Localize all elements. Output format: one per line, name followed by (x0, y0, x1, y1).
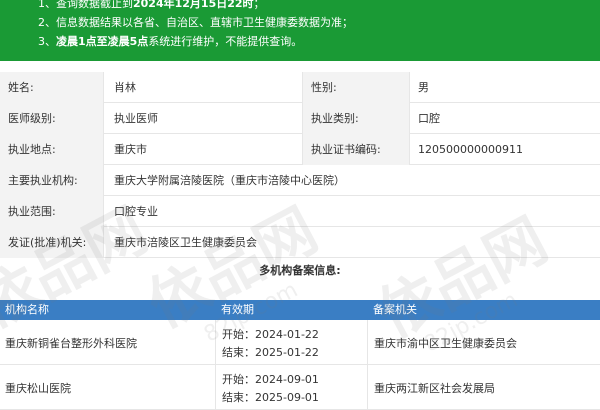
org-value: 重庆大学附属涪陵医院（重庆市涪陵中心医院） (114, 174, 345, 187)
level-label: 医师级别: (0, 103, 104, 134)
info-row-location: 执业地点: 重庆市 执业证书编码: 120500000000911 (0, 134, 600, 165)
cell-org-name: 重庆新铜雀台整形外科医院 (0, 320, 216, 365)
cell-validity: 开始：2024-01-22 结束：2025-01-22 (216, 320, 368, 365)
name-value: 肖林 (114, 81, 136, 94)
validity-start: 开始：2024-01-22 (222, 328, 319, 341)
validity-end: 结束：2025-09-01 (222, 391, 319, 404)
org-label: 主要执业机构: (0, 165, 104, 196)
table-row: 重庆新铜雀台整形外科医院 开始：2024-01-22 结束：2025-01-22 … (0, 320, 600, 365)
issuer-value: 重庆市涪陵区卫生健康委员会 (114, 236, 257, 249)
gender-label: 性别: (302, 72, 410, 103)
scope-label: 执业范围: (0, 196, 104, 227)
cert-label: 执业证书编码: (302, 134, 410, 165)
header-filing-authority: 备案机关 (373, 303, 417, 316)
scope-value: 口腔专业 (114, 205, 158, 218)
cell-authority: 重庆两江新区社会发展局 (368, 365, 600, 410)
org-name: 重庆新铜雀台整形外科医院 (5, 337, 137, 350)
filing-authority: 重庆市渝中区卫生健康委员会 (374, 337, 517, 350)
cell-authority: 重庆市渝中区卫生健康委员会 (368, 320, 600, 365)
multi-org-title: 多机构备案信息: (259, 264, 341, 277)
cert-value: 120500000000911 (418, 143, 523, 156)
location-label: 执业地点: (0, 134, 104, 165)
issuer-label: 发证(批准)机关: (0, 227, 104, 258)
notice-line-2: 2、信息数据结果以各省、自治区、直辖市卫生健康委数据为准； (38, 16, 353, 29)
name-label: 姓名: (0, 72, 104, 103)
header-validity: 有效期 (221, 303, 254, 316)
doctor-info-table: 姓名: 肖林 性别: 男 医师级别: 执业医师 执业类别: 口腔 执业地点: 重… (0, 72, 600, 258)
header-org-name: 机构名称 (5, 303, 49, 316)
multi-org-table: 机构名称 有效期 备案机关 重庆新铜雀台整形外科医院 开始：2024-01-22… (0, 300, 600, 410)
notice-line-1: 1、查询数据截止到2024年12月15日22时； (38, 0, 265, 10)
validity-end: 结束：2025-01-22 (222, 346, 319, 359)
gender-value: 男 (418, 81, 429, 94)
notice-line-3: 3、凌晨1点至凌晨5点系统进行维护，不能提供查询。 (38, 35, 303, 48)
info-row-name: 姓名: 肖林 性别: 男 (0, 72, 600, 103)
notice-banner: 1、查询数据截止到2024年12月15日22时； 2、信息数据结果以各省、自治区… (0, 0, 600, 61)
org-name: 重庆松山医院 (5, 382, 71, 395)
cell-org-name: 重庆松山医院 (0, 365, 216, 410)
info-row-issuer: 发证(批准)机关: 重庆市涪陵区卫生健康委员会 (0, 227, 600, 258)
info-row-org: 主要执业机构: 重庆大学附属涪陵医院（重庆市涪陵中心医院） (0, 165, 600, 196)
cell-validity: 开始：2024-09-01 结束：2025-09-01 (216, 365, 368, 410)
level-value: 执业医师 (114, 112, 158, 125)
filing-authority: 重庆两江新区社会发展局 (374, 382, 495, 395)
validity-start: 开始：2024-09-01 (222, 373, 319, 386)
category-label: 执业类别: (302, 103, 410, 134)
info-row-level: 医师级别: 执业医师 执业类别: 口腔 (0, 103, 600, 134)
info-row-scope: 执业范围: 口腔专业 (0, 196, 600, 227)
location-value: 重庆市 (114, 143, 147, 156)
multi-org-header: 机构名称 有效期 备案机关 (0, 300, 600, 320)
category-value: 口腔 (418, 112, 440, 125)
table-row: 重庆松山医院 开始：2024-09-01 结束：2025-09-01 重庆两江新区… (0, 365, 600, 410)
